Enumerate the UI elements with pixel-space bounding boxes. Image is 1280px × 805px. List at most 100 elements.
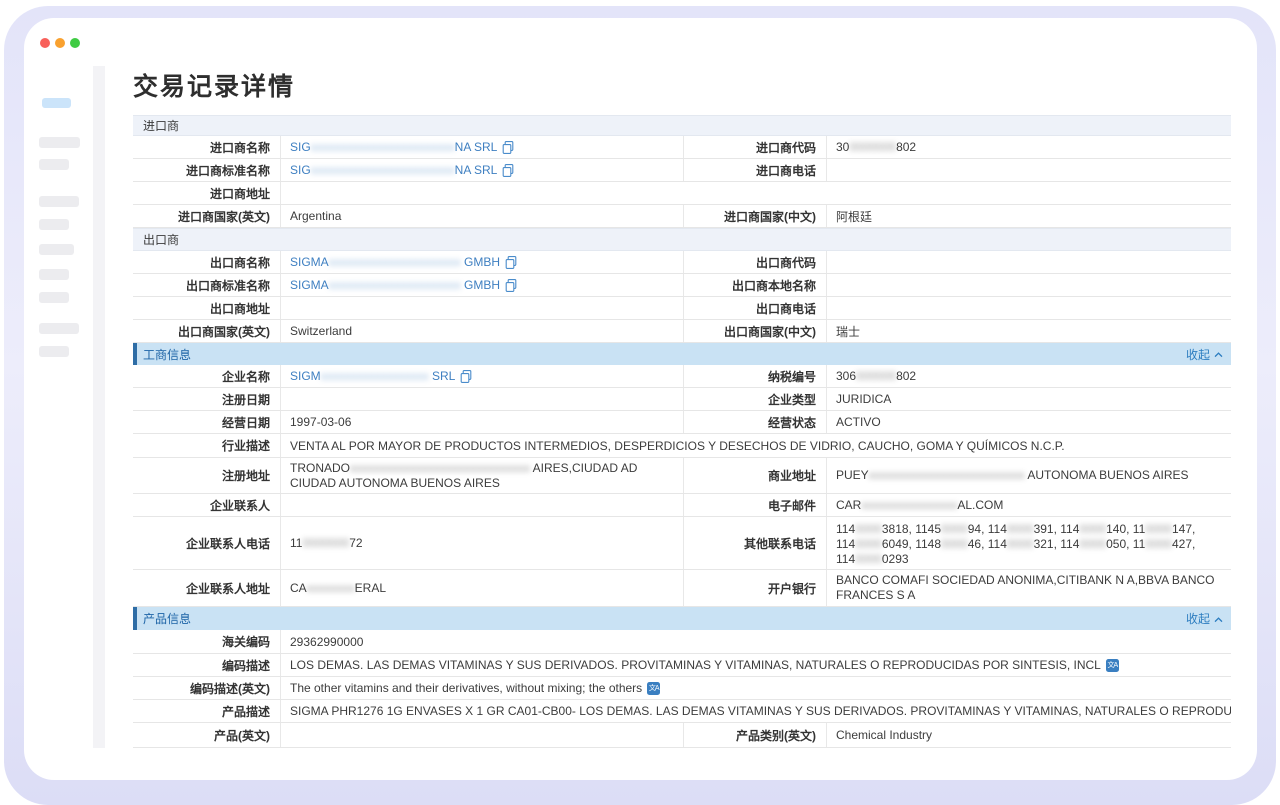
copy-icon[interactable] xyxy=(460,370,472,383)
exporter-code-value xyxy=(827,251,1231,273)
importer-name-link[interactable]: SIGxxxxxxxxxxxxxxxxxxxxxxxxNA SRL xyxy=(290,140,514,154)
phone-line: 11400003818, 1145000094, 1140000391, 114… xyxy=(836,522,1225,537)
exporter-std-name-link[interactable]: SIGMAxxxxxxxxxxxxxxxxxxxxxx GMBH xyxy=(290,278,517,292)
importer-name-cell: SIGxxxxxxxxxxxxxxxxxxxxxxxxNA SRL xyxy=(281,136,683,158)
tax-no-value: 306000000802 xyxy=(827,365,1231,387)
section-header-product-info: 产品信息 收起 xyxy=(133,607,1231,630)
sidebar-item[interactable] xyxy=(39,269,69,280)
field-label: 经营日期 xyxy=(133,411,281,433)
field-label: 产品类别(英文) xyxy=(683,723,827,747)
importer-std-name-link[interactable]: SIGxxxxxxxxxxxxxxxxxxxxxxxxNA SRL xyxy=(290,163,514,177)
table-row: 注册日期 企业类型 JURIDICA xyxy=(133,388,1231,411)
table-row: 行业描述 VENTA AL POR MAYOR DE PRODUCTOS INT… xyxy=(133,434,1231,458)
field-label: 出口商标准名称 xyxy=(133,274,281,296)
table-row: 编码描述 LOS DEMAS. LAS DEMAS VITAMINAS Y SU… xyxy=(133,654,1231,677)
field-label: 其他联系电话 xyxy=(683,517,827,569)
field-label: 海关编码 xyxy=(133,630,281,653)
field-label: 出口商地址 xyxy=(133,297,281,319)
field-label: 商业地址 xyxy=(683,458,827,493)
code-desc-en-value: The other vitamins and their derivatives… xyxy=(281,677,1231,699)
sidebar-item[interactable] xyxy=(39,323,79,334)
sidebar-item[interactable] xyxy=(39,244,74,255)
field-label: 进口商地址 xyxy=(133,182,281,204)
section-header-importer: 进口商 xyxy=(133,115,1231,136)
sidebar-item-active[interactable] xyxy=(42,98,71,108)
field-label: 编码描述(英文) xyxy=(133,677,281,699)
section-title: 产品信息 xyxy=(143,610,191,627)
translate-icon[interactable]: 文A xyxy=(1106,659,1119,672)
field-label: 进口商标准名称 xyxy=(133,159,281,181)
importer-std-name-cell: SIGxxxxxxxxxxxxxxxxxxxxxxxxNA SRL xyxy=(281,159,683,181)
exporter-std-name-cell: SIGMAxxxxxxxxxxxxxxxxxxxxxx GMBH xyxy=(281,274,683,296)
field-label: 产品描述 xyxy=(133,700,281,722)
importer-country-en-value: Argentina xyxy=(281,205,683,227)
exporter-country-en-value: Switzerland xyxy=(281,320,683,342)
field-label: 行业描述 xyxy=(133,434,281,457)
table-row: 注册地址 TRONADOxxxxxxxxxxxxxxxxxxxxxxxxxxxx… xyxy=(133,458,1231,494)
sidebar-item[interactable] xyxy=(39,137,80,148)
field-label: 出口商电话 xyxy=(683,297,827,319)
field-label: 电子邮件 xyxy=(683,494,827,516)
table-row: 海关编码 29362990000 xyxy=(133,630,1231,654)
collapse-button[interactable]: 收起 xyxy=(1186,346,1231,363)
field-label: 产品(英文) xyxy=(133,723,281,747)
sidebar-item[interactable] xyxy=(39,159,69,170)
table-row: 出口商国家(英文) Switzerland 出口商国家(中文) 瑞士 xyxy=(133,320,1231,343)
product-en-value xyxy=(281,723,683,747)
table-row: 进口商名称 SIGxxxxxxxxxxxxxxxxxxxxxxxxNA SRL … xyxy=(133,136,1231,159)
copy-icon[interactable] xyxy=(505,279,517,292)
table-row: 出口商名称 SIGMAxxxxxxxxxxxxxxxxxxxxxx GMBH 出… xyxy=(133,251,1231,274)
window-minimize-button[interactable] xyxy=(55,38,65,48)
section-title: 出口商 xyxy=(143,231,179,248)
industry-desc-value: VENTA AL POR MAYOR DE PRODUCTOS INTERMED… xyxy=(281,434,1231,457)
other-phones-value: 11400003818, 1145000094, 1140000391, 114… xyxy=(827,517,1231,569)
sidebar-item[interactable] xyxy=(39,346,69,357)
exporter-name-link[interactable]: SIGMAxxxxxxxxxxxxxxxxxxxxxx GMBH xyxy=(290,255,517,269)
trade-record-table: 进口商 进口商名称 SIGxxxxxxxxxxxxxxxxxxxxxxxxNA … xyxy=(133,115,1231,748)
hs-code-value: 29362990000 xyxy=(281,630,1231,653)
exporter-country-cn-value: 瑞士 xyxy=(827,320,1231,342)
table-row: 企业联系人地址 CAxxxxxxxxERAL 开户银行 BANCO COMAFI… xyxy=(133,570,1231,607)
email-value: CARxxxxxxxxxxxxxxxxAL.COM xyxy=(827,494,1231,516)
field-label: 企业联系人地址 xyxy=(133,570,281,606)
table-row: 出口商标准名称 SIGMAxxxxxxxxxxxxxxxxxxxxxx GMBH… xyxy=(133,274,1231,297)
copy-icon[interactable] xyxy=(505,256,517,269)
importer-country-cn-value: 阿根廷 xyxy=(827,205,1231,227)
category-en-value: Chemical Industry xyxy=(827,723,1231,747)
section-header-exporter: 出口商 xyxy=(133,228,1231,251)
field-label: 企业名称 xyxy=(133,365,281,387)
field-label: 出口商名称 xyxy=(133,251,281,273)
window-close-button[interactable] xyxy=(40,38,50,48)
copy-icon[interactable] xyxy=(502,164,514,177)
field-label: 纳税编号 xyxy=(683,365,827,387)
table-row: 企业联系人电话 11000000072 其他联系电话 11400003818, … xyxy=(133,517,1231,570)
field-label: 出口商国家(英文) xyxy=(133,320,281,342)
window-maximize-button[interactable] xyxy=(70,38,80,48)
field-label: 进口商名称 xyxy=(133,136,281,158)
field-label: 经营状态 xyxy=(683,411,827,433)
field-label: 企业类型 xyxy=(683,388,827,410)
chevron-up-icon xyxy=(1214,612,1223,626)
exporter-phone-value xyxy=(827,297,1231,319)
contact-address-value: CAxxxxxxxxERAL xyxy=(281,570,683,606)
field-label: 出口商本地名称 xyxy=(683,274,827,296)
company-name-link[interactable]: SIGMxxxxxxxxxxxxxxxxxx SRL xyxy=(290,369,472,383)
table-row: 进口商地址 xyxy=(133,182,1231,205)
biz-address-value: PUEYxxxxxxxxxxxxxxxxxxxxxxxxxx AUTONOMA … xyxy=(827,458,1231,493)
section-title: 进口商 xyxy=(143,117,179,134)
code-desc-value: LOS DEMAS. LAS DEMAS VITAMINAS Y SUS DER… xyxy=(281,654,1231,676)
table-row: 产品描述 SIGMA PHR1276 1G ENVASES X 1 GR CA0… xyxy=(133,700,1231,723)
translate-icon[interactable]: 文A xyxy=(647,682,660,695)
copy-icon[interactable] xyxy=(502,141,514,154)
exporter-name-cell: SIGMAxxxxxxxxxxxxxxxxxxxxxx GMBH xyxy=(281,251,683,273)
field-label: 进口商代码 xyxy=(683,136,827,158)
sidebar-item[interactable] xyxy=(39,196,79,207)
table-row: 进口商标准名称 SIGxxxxxxxxxxxxxxxxxxxxxxxxNA SR… xyxy=(133,159,1231,182)
collapse-button[interactable]: 收起 xyxy=(1186,610,1231,627)
section-title: 工商信息 xyxy=(143,346,191,363)
field-label: 开户银行 xyxy=(683,570,827,606)
sidebar-item[interactable] xyxy=(39,292,69,303)
table-row: 产品(英文) 产品类别(英文) Chemical Industry xyxy=(133,723,1231,748)
table-row: 企业联系人 电子邮件 CARxxxxxxxxxxxxxxxxAL.COM xyxy=(133,494,1231,517)
sidebar-item[interactable] xyxy=(39,219,69,230)
